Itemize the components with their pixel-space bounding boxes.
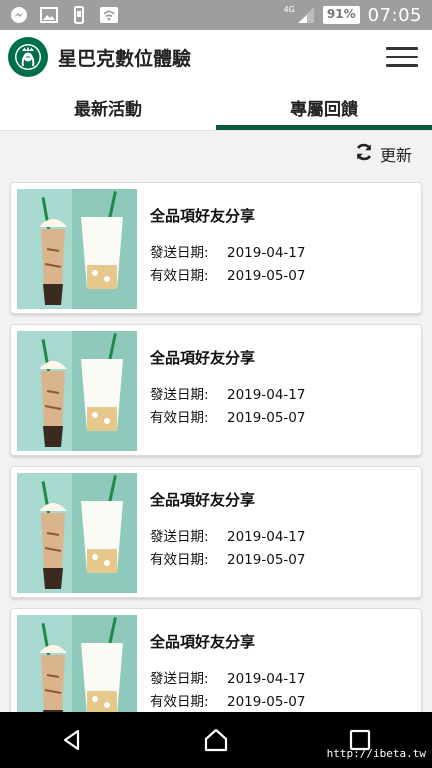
coupon-card[interactable]: 全品項好友分享 發送日期: 2019-04-17 有效日期: 2019-05-07 <box>10 182 422 314</box>
valid-date-value: 2019-05-07 <box>227 410 306 426</box>
valid-date-value: 2019-05-07 <box>227 268 306 284</box>
valid-date-value: 2019-05-07 <box>227 552 306 568</box>
hamburger-menu-icon[interactable] <box>386 41 418 73</box>
coupon-drink-image <box>17 189 137 309</box>
tab-latest-events[interactable]: 最新活動 <box>0 84 216 130</box>
app-title: 星巴克數位體驗 <box>58 47 192 70</box>
tab-exclusive-rewards[interactable]: 專屬回饋 <box>216 84 432 130</box>
app-bar: 星巴克數位體驗 <box>0 30 432 84</box>
sent-date-label: 發送日期: <box>150 671 209 687</box>
coupon-drink-image <box>17 331 137 451</box>
valid-date-label: 有效日期: <box>150 552 209 568</box>
sent-date-value: 2019-04-17 <box>227 671 306 687</box>
refresh-label: 更新 <box>379 146 412 165</box>
sent-date-label: 發送日期: <box>150 529 209 545</box>
coupon-title: 全品項好友分享 <box>150 207 256 225</box>
starbucks-logo <box>8 37 48 77</box>
valid-date-label: 有效日期: <box>150 268 209 284</box>
refresh-icon <box>354 142 374 166</box>
messenger-icon <box>10 6 28 24</box>
tab-bar: 最新活動 專屬回饋 <box>0 84 432 130</box>
battery-indicator: 91% <box>322 6 360 24</box>
sent-date-value: 2019-04-17 <box>227 387 306 403</box>
system-nav-bar: http://ibeta.tw <box>0 712 432 768</box>
phone-sync-icon <box>70 6 88 24</box>
home-icon[interactable] <box>194 718 238 762</box>
clock: 07:05 <box>367 4 422 26</box>
sent-date-value: 2019-04-17 <box>227 245 306 261</box>
image-icon <box>40 6 58 24</box>
status-bar: 4G 91% 07:05 <box>0 0 432 30</box>
valid-date-label: 有效日期: <box>150 694 209 710</box>
sent-date-label: 發送日期: <box>150 387 209 403</box>
tab-label: 專屬回饋 <box>290 99 358 120</box>
sent-date-value: 2019-04-17 <box>227 529 306 545</box>
back-icon[interactable] <box>50 718 94 762</box>
coupon-title: 全品項好友分享 <box>150 491 256 509</box>
coupon-card[interactable]: 全品項好友分享 發送日期: 2019-04-17 有效日期: 2019-05-07 <box>10 466 422 598</box>
signal-icon <box>297 6 315 24</box>
coupon-title: 全品項好友分享 <box>150 633 256 651</box>
valid-date-value: 2019-05-07 <box>227 694 306 710</box>
coupon-drink-image <box>17 473 137 593</box>
coupon-list: 全品項好友分享 發送日期: 2019-04-17 有效日期: 2019-05-07 <box>10 182 422 750</box>
watermark: http://ibeta.tw <box>326 747 426 760</box>
wifi-icon <box>100 6 118 24</box>
coupon-title: 全品項好友分享 <box>150 349 256 367</box>
refresh-button[interactable]: 更新 <box>354 142 412 166</box>
network-type: 4G <box>283 4 295 14</box>
tab-label: 最新活動 <box>74 99 142 120</box>
tab-divider <box>0 130 432 131</box>
sent-date-label: 發送日期: <box>150 245 209 261</box>
coupon-card[interactable]: 全品項好友分享 發送日期: 2019-04-17 有效日期: 2019-05-07 <box>10 324 422 456</box>
valid-date-label: 有效日期: <box>150 410 209 426</box>
